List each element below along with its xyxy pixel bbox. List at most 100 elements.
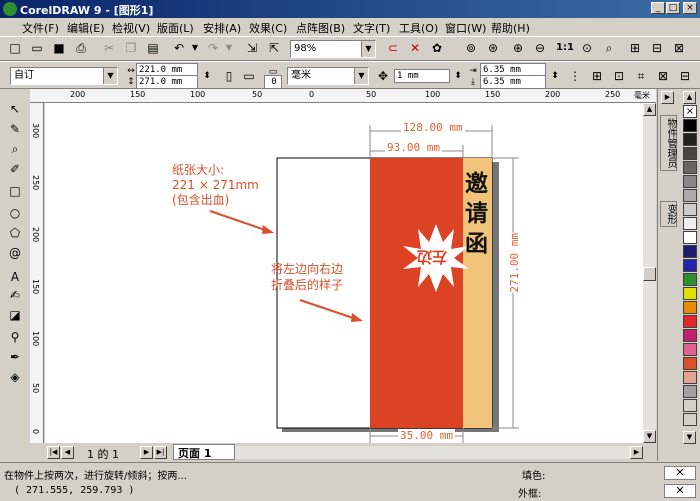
eyedropper-tool-icon[interactable]: ⚲	[5, 328, 25, 346]
zoom-all-icon[interactable]: ⌕	[600, 39, 618, 57]
maximize-button[interactable]: □	[666, 2, 680, 14]
chevron-down-icon[interactable]: ▼	[361, 41, 375, 57]
color-swatch[interactable]	[683, 315, 697, 328]
scroll-up-icon[interactable]: ▲	[643, 103, 656, 116]
menu-window[interactable]: 窗口(W)	[445, 20, 486, 36]
pick-options-icon[interactable]: ⊠	[654, 67, 672, 85]
corel-online-icon[interactable]: ⊚	[462, 39, 480, 57]
zoom-height-icon[interactable]: ⊠	[670, 39, 688, 57]
page-height-field[interactable]: 271.0 mm	[136, 75, 198, 89]
color-swatch[interactable]	[683, 245, 697, 258]
tab-object-manager[interactable]: 物件管理员	[660, 115, 677, 171]
color-swatch[interactable]	[683, 287, 697, 300]
zoom-out-icon[interactable]: ⊖	[531, 39, 549, 57]
color-swatch[interactable]	[683, 217, 697, 230]
vertical-ruler[interactable]: 300 250 200 150 100 50 0	[30, 103, 44, 443]
fill-tool-icon[interactable]: ◈	[5, 368, 25, 386]
landscape-icon[interactable]: ▭	[240, 67, 258, 85]
units-combo[interactable]: 毫米 ▼	[287, 67, 369, 85]
help-context-icon[interactable]: ⊛	[484, 39, 502, 57]
color-swatch[interactable]	[683, 301, 697, 314]
menu-tools[interactable]: 工具(O)	[399, 20, 438, 36]
palette-scroll-down-icon[interactable]: ▼	[683, 431, 696, 444]
outline-tool-icon[interactable]: ✒	[5, 348, 25, 366]
zoom-page-icon[interactable]: ⊞	[626, 39, 644, 57]
close-button[interactable]: ×	[683, 2, 697, 14]
color-swatch[interactable]	[683, 175, 697, 188]
undo-dropdown-icon[interactable]: ▼	[186, 39, 204, 57]
transparency-tool-icon[interactable]: ◪	[5, 306, 25, 324]
menu-arrange[interactable]: 安排(A)	[203, 20, 241, 36]
next-page-icon[interactable]: ▶	[140, 446, 153, 459]
spiral-tool-icon[interactable]: @	[5, 244, 25, 262]
text-tool-icon[interactable]: A	[5, 268, 25, 286]
snap-icon[interactable]: ⊂	[384, 39, 402, 57]
nudge-field[interactable]: 1 mm	[394, 69, 450, 83]
color-swatch[interactable]	[683, 329, 697, 342]
zoom-selected-icon[interactable]: ⊙	[578, 39, 596, 57]
snap-grid-icon[interactable]: ⋮	[566, 67, 584, 85]
horizontal-scrollbar[interactable]	[235, 446, 631, 459]
color-swatch[interactable]	[683, 231, 697, 244]
snap-guidelines-icon[interactable]: ⊞	[588, 67, 606, 85]
menu-text[interactable]: 文字(T)	[353, 20, 390, 36]
zoom-actual-icon[interactable]: 1:1	[556, 39, 574, 57]
color-swatch[interactable]	[683, 133, 697, 146]
color-swatch[interactable]	[683, 189, 697, 202]
menu-help[interactable]: 帮助(H)	[491, 20, 530, 36]
vertical-scrollbar[interactable]: ▲ ▼	[643, 103, 656, 443]
zoom-width-icon[interactable]: ⊟	[648, 39, 666, 57]
drawing-canvas[interactable]: 128.00 mm 93.00 mm 35.00 mm 271.00 mm 纸张…	[45, 103, 643, 443]
first-page-icon[interactable]: |◀	[47, 446, 60, 459]
color-swatch[interactable]	[683, 203, 697, 216]
zoom-in-icon[interactable]: ⊕	[509, 39, 527, 57]
shape-tool-icon[interactable]: ✎	[5, 120, 25, 138]
color-swatch[interactable]	[683, 147, 697, 160]
freehand-tool-icon[interactable]: ✐	[5, 160, 25, 178]
portrait-icon[interactable]: ▯	[220, 67, 238, 85]
zoom-tool-icon[interactable]: ⌕	[5, 140, 25, 158]
paste-icon[interactable]: ▤	[144, 39, 162, 57]
interactive-fill-icon[interactable]: ✍	[5, 286, 25, 304]
outline-indicator[interactable]: ✕	[664, 484, 696, 498]
new-icon[interactable]: □	[6, 39, 24, 57]
chevron-down-icon[interactable]: ▼	[354, 68, 368, 84]
wireframe-icon[interactable]: ✕	[406, 39, 424, 57]
stepper-icon[interactable]: ⬍	[546, 67, 564, 85]
export-icon[interactable]: ⇱	[265, 39, 283, 57]
duplicate-offset-y-field[interactable]: 6.35 mm	[480, 75, 546, 89]
cut-icon[interactable]: ✂	[100, 39, 118, 57]
save-icon[interactable]: ■	[50, 39, 68, 57]
polygon-tool-icon[interactable]: ⬠	[5, 224, 25, 242]
tab-transform[interactable]: 变形	[660, 201, 677, 227]
red-cover-panel[interactable]	[370, 158, 463, 428]
print-icon[interactable]: ⎙	[72, 39, 90, 57]
rectangle-tool-icon[interactable]: □	[5, 182, 25, 200]
color-swatch[interactable]	[683, 399, 697, 412]
prev-page-icon[interactable]: ◀	[61, 446, 74, 459]
application-launcher-icon[interactable]: ✿	[428, 39, 446, 57]
menu-layout[interactable]: 版面(L)	[157, 20, 194, 36]
color-swatch[interactable]	[683, 413, 697, 426]
menu-effects[interactable]: 效果(C)	[249, 20, 287, 36]
stepper-icon[interactable]: ⬍	[198, 67, 216, 85]
color-swatch[interactable]	[683, 259, 697, 272]
no-fill-swatch[interactable]: ×	[683, 105, 697, 118]
invitation-title[interactable]: 邀 请 函	[465, 169, 488, 259]
zoom-combo[interactable]: 98% ▼	[290, 40, 376, 58]
color-swatch[interactable]	[683, 371, 697, 384]
snap-objects-icon[interactable]: ⊡	[610, 67, 628, 85]
draw-outline-icon[interactable]: ⊟	[676, 67, 694, 85]
palette-scroll-up-icon[interactable]: ▲	[683, 91, 696, 104]
color-swatch[interactable]	[683, 357, 697, 370]
treat-as-filled-icon[interactable]: ⌗	[632, 67, 650, 85]
color-swatch[interactable]	[683, 273, 697, 286]
page-preset-combo[interactable]: 自订 ▼	[10, 67, 118, 85]
docker-collapse-icon[interactable]: ▶	[661, 91, 674, 104]
duplicate-count-field[interactable]: 0	[264, 75, 282, 89]
scroll-thumb[interactable]	[643, 267, 656, 281]
menu-edit[interactable]: 编辑(E)	[67, 20, 105, 36]
scroll-right-icon[interactable]: ▶	[630, 446, 643, 459]
import-icon[interactable]: ⇲	[243, 39, 261, 57]
fill-indicator[interactable]: ✕	[664, 466, 696, 480]
